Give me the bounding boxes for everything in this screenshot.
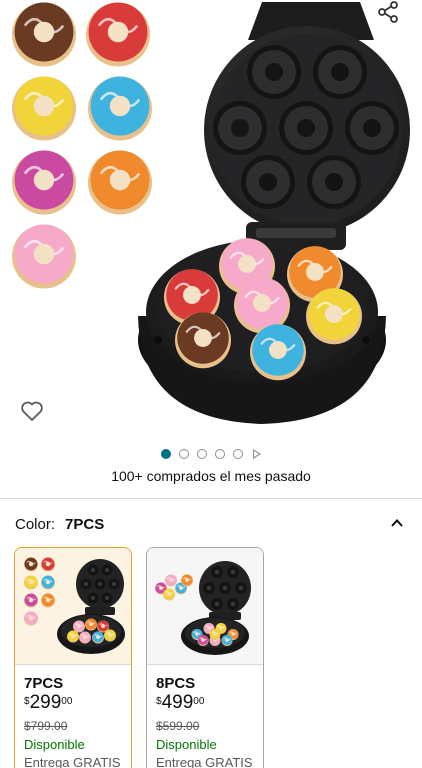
variant-name: 8PCS — [156, 675, 196, 692]
mold-well — [80, 578, 92, 590]
variant-pile-donut — [181, 574, 193, 587]
variant-thumb-donut — [24, 611, 38, 626]
wishlist-button[interactable] — [20, 400, 50, 428]
variant-thumb-donut — [41, 575, 55, 590]
mold-well — [94, 578, 106, 590]
mold-well — [203, 582, 215, 594]
heart-icon — [21, 401, 43, 421]
variant-image — [147, 548, 263, 664]
variant-card-8pcs[interactable]: 8PCS $ 499 00 $599.00 Disponible Entrega… — [146, 547, 264, 768]
share-button[interactable] — [376, 0, 408, 28]
variant-base-donut — [104, 629, 116, 642]
mold-well — [101, 592, 113, 604]
mold-well — [87, 564, 99, 576]
mold-well — [213, 101, 267, 155]
carousel-dot[interactable] — [215, 449, 225, 459]
variant-pile-donut — [163, 588, 175, 601]
shipping-info: Entrega GRATIS — [24, 755, 121, 768]
carousel-dot[interactable] — [197, 449, 207, 459]
color-value: 7PCS — [65, 515, 105, 533]
mold-well — [211, 598, 223, 610]
variant-thumb-donut — [24, 575, 38, 590]
variant-thumb-donut — [24, 557, 38, 572]
availability: Disponible — [156, 737, 217, 752]
variant-card-7pcs[interactable]: 7PCS $ 299 00 $799.00 Disponible Entrega… — [14, 547, 132, 768]
thumbnail-donut-yellow — [12, 76, 76, 141]
mold-well — [279, 101, 333, 155]
variant-base-donut — [73, 620, 85, 633]
mold-well — [227, 598, 239, 610]
mold-well — [247, 45, 301, 99]
variant-price: $ 299 00 — [24, 693, 72, 713]
price-whole: 499 — [161, 692, 194, 713]
carousel-dot[interactable] — [233, 449, 243, 459]
variant-base-donut — [67, 630, 79, 643]
availability: Disponible — [24, 737, 85, 752]
donut-maker-product-image — [12, 2, 410, 424]
card-divider — [15, 664, 131, 665]
cooked-donut-yellow — [306, 288, 362, 345]
carousel-dot[interactable] — [161, 449, 171, 459]
variant-base-donut — [209, 628, 221, 640]
list-price: $599.00 — [156, 719, 200, 733]
list-price: $799.00 — [24, 719, 68, 733]
price-fraction: 00 — [61, 696, 73, 707]
variant-base-donut — [197, 634, 209, 646]
thumbnail-donut-orange — [88, 150, 152, 215]
variant-pile-donut — [165, 574, 177, 587]
variant-price: $ 499 00 — [156, 693, 204, 713]
price-fraction: 00 — [193, 696, 205, 707]
mold-well — [307, 155, 361, 209]
card-divider — [147, 664, 263, 665]
thumbnail-donut-pink — [12, 224, 76, 289]
chevron-up-icon[interactable] — [390, 516, 404, 530]
mold-well — [235, 582, 247, 594]
mold-well — [227, 566, 239, 578]
section-divider — [0, 498, 422, 499]
purchase-count: 100+ comprados el mes pasado — [111, 468, 311, 484]
thumbnail-donut-purple — [12, 150, 76, 215]
variant-thumb-donut — [24, 593, 38, 608]
mold-well — [241, 155, 295, 209]
variant-base-donut — [221, 634, 233, 646]
mold-well — [87, 592, 99, 604]
image-carousel-indicator[interactable] — [0, 446, 422, 462]
color-selector-header[interactable]: Color: 7PCS — [15, 514, 410, 534]
variant-base-donut — [79, 631, 91, 644]
price-whole: 299 — [29, 692, 62, 713]
thumbnail-donut-blue — [88, 76, 152, 141]
mold-well — [313, 45, 367, 99]
mold-well — [108, 578, 120, 590]
mold-well — [211, 566, 223, 578]
variant-7pcs-image — [24, 557, 125, 654]
variant-image — [15, 548, 131, 664]
mold-well — [219, 582, 231, 594]
product-image-gallery[interactable] — [0, 0, 422, 440]
cooked-donut-chocolate — [175, 312, 231, 369]
mold-well — [345, 101, 399, 155]
variant-thumb-donut — [41, 557, 55, 572]
variant-base-donut — [85, 618, 97, 631]
thumbnail-donut-chocolate — [12, 2, 76, 67]
shipping-info: Entrega GRATIS — [156, 755, 253, 768]
variant-base-donut — [92, 631, 104, 644]
thumbnail-donut-red — [86, 2, 150, 67]
mold-well — [101, 564, 113, 576]
video-play-icon[interactable] — [253, 449, 261, 459]
variant-name: 7PCS — [24, 675, 64, 692]
share-icon — [378, 1, 398, 23]
color-label: Color: — [15, 515, 56, 533]
variant-thumb-donut — [41, 593, 55, 608]
cooked-donut-blue — [250, 324, 306, 381]
carousel-dot[interactable] — [179, 449, 189, 459]
variant-8pcs-image — [155, 561, 251, 655]
